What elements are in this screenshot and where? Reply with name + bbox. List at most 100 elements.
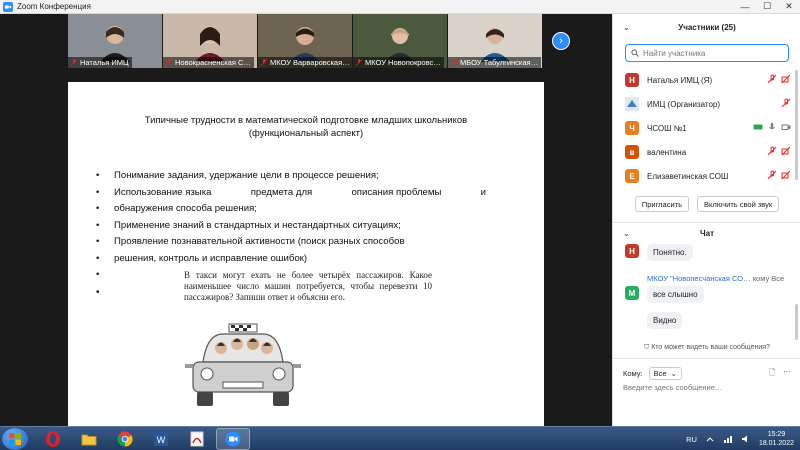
recipient-selector: Кому: Все ⌄ — [623, 367, 682, 380]
side-panel: ⌄ Участники (25) Н Наталья ИМЦ (Я) ИМЦ (… — [612, 14, 800, 426]
participant-video-figure — [385, 28, 415, 62]
mic-muted-icon — [781, 98, 791, 108]
mic-on-icon — [769, 123, 775, 130]
slide-bullet: Использование языка предмета для описани… — [96, 185, 486, 202]
participant-search-input[interactable] — [643, 48, 783, 58]
organizer-logo-icon — [625, 97, 639, 111]
chevron-down-icon[interactable]: ⌄ — [623, 229, 630, 238]
mic-muted-icon — [261, 59, 267, 66]
slide-bullet-list: Понимание задания, удержание цели в проц… — [96, 168, 486, 284]
system-clock[interactable]: 15:29 18.01.2022 — [759, 430, 794, 448]
message-bubble: Понятно. — [647, 244, 693, 261]
avatar: Ч — [625, 121, 639, 135]
mic-muted-icon — [451, 59, 457, 66]
participant-name: ЧСОШ №1 — [647, 123, 687, 133]
thumbnail-label: Новокрасненская С… — [163, 57, 254, 68]
zoom-icon — [225, 431, 241, 447]
video-icon — [781, 124, 791, 130]
avatar: Е — [625, 169, 639, 183]
participants-header: ⌄ Участники (25) — [623, 22, 736, 32]
participant-video-figure — [100, 26, 130, 62]
window-title: Zoom Конференция — [17, 2, 91, 11]
participant-row[interactable]: Н Наталья ИМЦ (Я) — [613, 68, 800, 92]
taskbar-opera[interactable] — [36, 428, 70, 450]
start-button[interactable] — [2, 428, 28, 450]
participant-row[interactable]: Ч ЧСОШ №1 — [613, 116, 800, 140]
search-icon — [631, 49, 639, 57]
participant-video-figure — [195, 26, 225, 62]
taskbar-explorer[interactable] — [72, 428, 106, 450]
invite-button[interactable]: Пригласить — [634, 196, 690, 212]
pdf-icon — [190, 431, 204, 447]
word-icon: W — [154, 432, 168, 446]
participant-name: валентина — [647, 147, 687, 157]
avatar: Н — [625, 73, 639, 87]
participant-video-figure — [290, 27, 320, 62]
participants-scrollbar[interactable] — [795, 70, 798, 180]
video-thumbnail[interactable]: МКОУ Новопокровс… — [353, 14, 447, 68]
zoom-app-icon — [3, 1, 13, 12]
meeting-area: Наталья ИМЦ Новокрасненская С… МКОУ Варв… — [0, 14, 612, 426]
who-can-see-messages-link[interactable]: ⛉ Кто может видеть ваши сообщения? — [613, 344, 800, 352]
taxi-problem-text: В такси могут ехать не более четырёх пас… — [184, 270, 432, 302]
chat-scrollbar[interactable] — [795, 304, 798, 340]
shield-icon: ⛉ — [644, 344, 650, 351]
participant-row[interactable]: ИМЦ (Организатор) — [613, 92, 800, 116]
thumbnail-label: Наталья ИМЦ — [68, 57, 132, 68]
avatar: Н — [625, 244, 639, 258]
message-bubble: Видно — [647, 312, 683, 329]
more-icon[interactable]: ⋯ — [783, 367, 791, 381]
video-thumbnail[interactable]: МКОУ Варваровская… — [258, 14, 352, 68]
language-indicator[interactable]: RU — [686, 435, 697, 444]
participant-row[interactable]: Е Елизаветинская СОШ — [613, 164, 800, 188]
maximize-button[interactable]: ☐ — [756, 0, 778, 14]
mic-muted-icon — [356, 59, 362, 66]
slide-bullet: Проявление познавательной активности (по… — [96, 234, 486, 251]
video-off-icon — [781, 170, 791, 180]
taxi-illustration — [185, 323, 301, 406]
mic-muted-icon — [767, 146, 777, 156]
minimize-button[interactable]: — — [734, 0, 756, 14]
participant-row[interactable]: в валентина — [613, 140, 800, 164]
thumbnail-label: МКОУ Новопокровс… — [353, 57, 444, 68]
recipient-dropdown[interactable]: Все ⌄ — [648, 367, 682, 380]
video-off-icon — [781, 146, 791, 156]
thumbnail-label: МБОУ Табулгинская… — [448, 57, 542, 68]
windows-taskbar: W RU 15:29 18.01.2022 — [0, 426, 800, 450]
avatar: в — [625, 145, 639, 159]
title-bar: Zoom Конференция — ☐ ✕ — [0, 0, 800, 14]
slide-bullet: Применение знаний в стандартных и нестан… — [96, 218, 486, 235]
participant-name: Елизаветинская СОШ — [647, 171, 729, 181]
participant-search — [625, 44, 789, 62]
video-thumbnail[interactable]: Наталья ИМЦ — [68, 14, 162, 68]
video-thumbnail[interactable]: МБОУ Табулгинская… — [448, 14, 542, 68]
participant-name: Наталья ИМЦ (Я) — [647, 75, 713, 85]
unmute-self-button[interactable]: Включить свой звук — [697, 196, 780, 212]
windows-logo-icon — [9, 433, 21, 445]
chevron-up-icon[interactable] — [705, 434, 715, 444]
file-icon[interactable]: 🗋 — [769, 367, 775, 381]
taskbar-zoom[interactable] — [216, 428, 250, 450]
taskbar-chrome[interactable] — [108, 428, 142, 450]
system-tray: RU 15:29 18.01.2022 — [686, 427, 794, 450]
svg-text:W: W — [157, 435, 166, 445]
next-thumbnails-button[interactable]: › — [552, 32, 570, 50]
close-button[interactable]: ✕ — [778, 0, 800, 14]
taskbar-word[interactable]: W — [144, 428, 178, 450]
taskbar-acrobat[interactable] — [180, 428, 214, 450]
video-off-icon — [781, 74, 791, 84]
chrome-icon — [117, 431, 133, 447]
video-on-icon — [753, 124, 763, 130]
mic-muted-icon — [767, 170, 777, 180]
chevron-right-icon: › — [559, 35, 563, 47]
chat-message: Н Понятно. — [625, 244, 693, 261]
chat-message-input[interactable] — [623, 383, 791, 392]
slide-bullet-marker: • — [96, 287, 100, 298]
volume-icon[interactable] — [741, 434, 751, 444]
video-thumbnail[interactable]: Новокрасненская С… — [163, 14, 257, 68]
mic-muted-icon — [166, 59, 172, 66]
chevron-down-icon[interactable]: ⌄ — [623, 23, 630, 32]
participant-list: Н Наталья ИМЦ (Я) ИМЦ (Организатор) Ч ЧС… — [613, 68, 800, 188]
chevron-down-icon: ⌄ — [670, 369, 677, 378]
network-icon[interactable] — [723, 434, 733, 444]
